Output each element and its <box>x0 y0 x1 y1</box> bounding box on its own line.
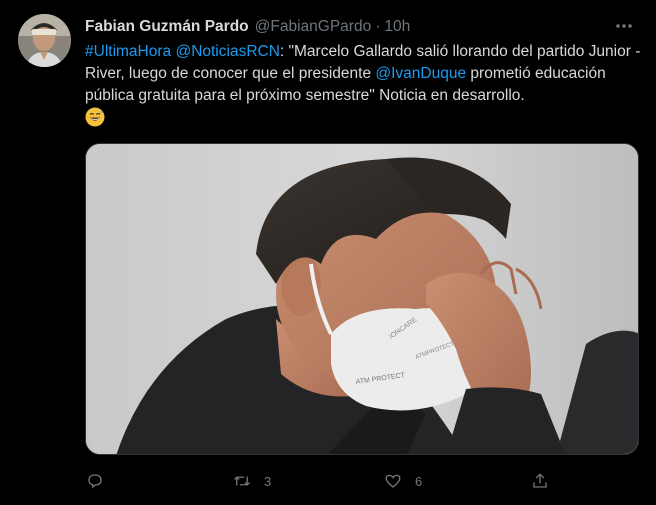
hashtag-link[interactable]: #UltimaHora <box>85 43 171 60</box>
avatar[interactable] <box>18 14 71 67</box>
author-display-name[interactable]: Fabian Guzmán Pardo <box>85 18 249 36</box>
retweet-button[interactable]: 3 <box>232 467 271 495</box>
mention-link-ivanduque[interactable]: @IvanDuque <box>375 65 466 82</box>
reply-icon <box>85 471 105 491</box>
tweet-photo[interactable]: ATM PROTECT IONCARE ATMPROTECT <box>85 143 639 455</box>
tweet-header: Fabian Guzmán Pardo @FabianGPardo · 10h <box>85 16 410 38</box>
more-button[interactable] <box>610 14 638 38</box>
share-icon <box>530 471 550 491</box>
like-icon <box>383 471 403 491</box>
tweet-action-bar: 3 6 <box>85 467 555 495</box>
like-button[interactable]: 6 <box>383 467 422 495</box>
reply-button[interactable] <box>85 467 117 495</box>
grinning-face-with-sweat-emoji <box>85 107 105 127</box>
tweet-card[interactable]: Fabian Guzmán Pardo @FabianGPardo · 10h … <box>0 0 656 505</box>
retweet-icon <box>232 471 252 491</box>
mention-link-noticiasrcn[interactable]: @NoticiasRCN <box>175 43 279 60</box>
separator-dot: · <box>375 18 381 35</box>
like-count: 6 <box>415 473 423 489</box>
retweet-count: 3 <box>264 473 272 489</box>
author-handle[interactable]: @FabianGPardo <box>255 18 372 36</box>
tweet-text: #UltimaHora @NoticiasRCN: "Marcelo Galla… <box>85 41 645 131</box>
tweet-timestamp[interactable]: 10h <box>384 18 410 36</box>
share-button[interactable] <box>530 467 550 495</box>
more-icon <box>616 24 632 28</box>
